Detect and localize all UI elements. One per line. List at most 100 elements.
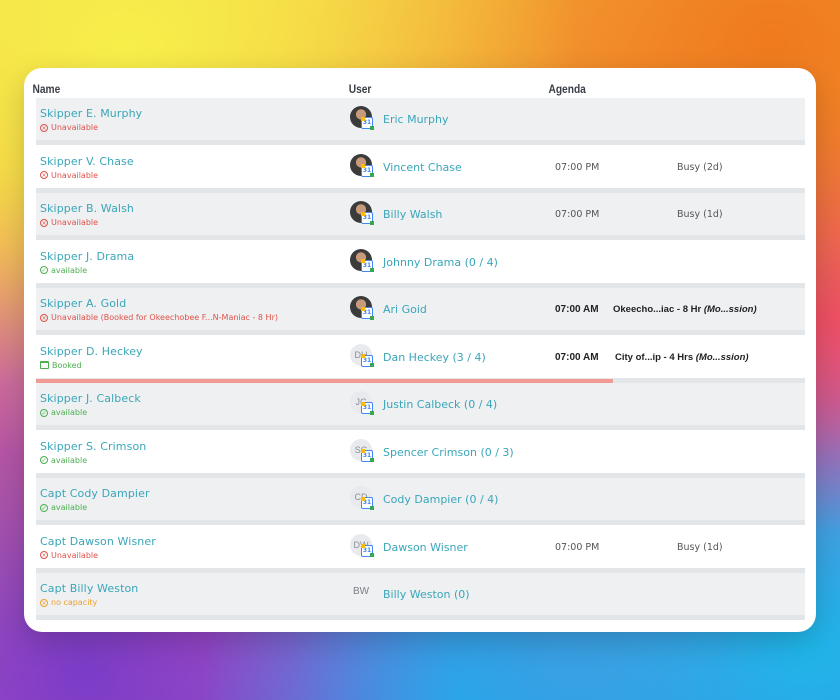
table-row[interactable]: Capt Cody Dampier✓availableCD31Cody Damp… <box>36 478 805 526</box>
x-circle-icon: × <box>40 218 48 227</box>
status-label: × Unavailable <box>40 551 98 560</box>
google-calendar-icon: 31 <box>360 116 374 130</box>
agenda-time: 07:00 PM <box>555 541 600 553</box>
agenda-time: 07:00 AM <box>555 351 599 363</box>
x-circle-icon: × <box>40 313 48 322</box>
schedule-card: Name User Agenda Skipper E. Murphy × Unava… <box>24 68 816 632</box>
column-header-user[interactable]: User <box>349 82 372 96</box>
crew-name-link[interactable]: Skipper E. Murphy <box>40 107 142 120</box>
status-text: Booked <box>52 360 82 370</box>
crew-name-link[interactable]: Capt Billy Weston <box>40 582 138 595</box>
agenda-event-title: Busy (1d) <box>677 541 723 553</box>
user-link[interactable]: Billy Weston (0) <box>383 588 470 601</box>
x-circle-icon: × <box>40 551 48 559</box>
agenda-time: 07:00 PM <box>555 209 600 220</box>
status-text: Unavailable <box>51 170 99 180</box>
google-calendar-icon: 31 <box>360 164 374 177</box>
user-link[interactable]: Billy Walsh <box>383 208 442 221</box>
table-body: Skipper E. Murphy × Unavailable 31 Eric Murp… <box>36 98 805 621</box>
google-calendar-icon: 31 <box>360 259 374 272</box>
avatar: BW <box>352 586 370 597</box>
table-row[interactable]: Skipper V. Chase × Unavailable 31 Vincent Ch… <box>36 145 805 194</box>
user-link[interactable]: Cody Dampier (0 / 4) <box>383 493 498 506</box>
crew-name-link[interactable]: Skipper D. Heckey <box>40 345 143 358</box>
crew-name-link[interactable]: Capt Dawson Wisner <box>40 535 156 548</box>
google-calendar-icon: 31 <box>360 496 374 510</box>
column-header-name[interactable]: Name <box>33 82 61 96</box>
column-header-agenda[interactable]: Agenda <box>548 82 585 96</box>
row-divider <box>36 520 805 525</box>
status-label: Booked <box>40 361 82 370</box>
agenda-event[interactable]: Busy (1d) <box>677 209 723 220</box>
check-circle-icon: ✓ <box>40 408 48 417</box>
user-link[interactable]: Justin Calbeck (0 / 4) <box>383 398 497 411</box>
table-row[interactable]: Skipper A. Gold × Unavailable (Booked for … <box>36 288 805 336</box>
agenda-event-title: Busy (1d) <box>677 209 723 220</box>
crew-name-link[interactable]: Capt Cody Dampier <box>40 487 150 500</box>
x-circle-icon: × <box>40 123 48 132</box>
table-row[interactable]: Skipper J. Calbeck✓availableJC31Justin C… <box>36 383 805 431</box>
user-link[interactable]: Dawson Wisner <box>383 541 468 554</box>
status-text: available <box>51 408 88 417</box>
x-circle-icon: × <box>40 598 48 607</box>
agenda-event-title: Okeecho...iac - 8 Hr <box>613 304 704 315</box>
table-row[interactable]: Capt Dawson Wisner×UnavailableDW31Dawson… <box>36 525 805 574</box>
table-row[interactable]: Skipper E. Murphy × Unavailable 31 Eric Murp… <box>36 98 805 146</box>
row-divider <box>36 567 805 573</box>
table-row[interactable]: Skipper S. Crimson✓availableSC31Spencer … <box>36 430 805 479</box>
row-divider <box>36 140 805 145</box>
status-label: × Unavailable (Booked for Okeechobee F...… <box>40 313 278 322</box>
agenda-event[interactable]: Okeecho...iac - 8 Hr (Mo...ssion) <box>613 304 757 315</box>
user-link[interactable]: Spencer Crimson (0 / 3) <box>383 446 514 459</box>
table-header: Name User Agenda <box>24 68 697 98</box>
check-circle-icon: ✓ <box>40 266 48 274</box>
status-label: × Unavailable <box>40 171 98 180</box>
crew-name-link[interactable]: Skipper S. Crimson <box>40 440 146 453</box>
google-calendar-icon: 31 <box>360 449 374 462</box>
crew-name-link[interactable]: Skipper J. Drama <box>40 250 134 263</box>
user-link[interactable]: Ari Goid <box>383 303 427 316</box>
row-divider <box>36 330 805 335</box>
agenda-event-detail: (Mo...ssion) <box>703 304 757 315</box>
agenda-time: 07:00 PM <box>555 161 600 173</box>
user-link[interactable]: Eric Murphy <box>383 113 449 126</box>
google-calendar-icon: 31 <box>360 401 374 415</box>
status-label: × Unavailable <box>40 218 98 227</box>
table-row[interactable]: Skipper B. Walsh × Unavailable 31 Billy Wals… <box>36 193 805 241</box>
user-link[interactable]: Dan Heckey (3 / 4) <box>383 351 486 364</box>
agenda-event[interactable]: City of...ip - 4 Hrs (Mo...ssion) <box>615 352 749 363</box>
google-calendar-icon: 31 <box>360 544 374 557</box>
row-divider <box>36 615 805 620</box>
row-divider <box>36 187 805 193</box>
user-link[interactable]: Johnny Drama (0 / 4) <box>383 256 498 269</box>
agenda-event-detail: (Mo...ssion) <box>695 351 749 363</box>
check-circle-icon: ✓ <box>40 503 48 512</box>
status-text: available <box>51 455 88 465</box>
agenda-time: 07:00 AM <box>555 304 599 315</box>
row-divider <box>36 425 805 430</box>
status-text: no capacity <box>51 598 98 607</box>
status-text: Unavailable <box>51 123 99 132</box>
status-label: × no capacity <box>40 598 97 607</box>
crew-name-link[interactable]: Skipper V. Chase <box>40 155 134 168</box>
crew-name-link[interactable]: Skipper J. Calbeck <box>40 392 141 405</box>
table-row[interactable]: Capt Billy Weston × no capacity BW Billy Wes… <box>36 573 805 621</box>
row-divider <box>36 235 805 240</box>
status-text: Unavailable <box>51 550 99 560</box>
agenda-event[interactable]: Busy (1d) <box>677 542 723 553</box>
booking-progress-bar <box>36 378 613 383</box>
table-row[interactable]: Skipper D. HeckeyBookedDH31Dan Heckey (3… <box>36 335 805 384</box>
row-divider <box>36 472 805 478</box>
crew-name-link[interactable]: Skipper B. Walsh <box>40 202 134 215</box>
user-link[interactable]: Vincent Chase <box>383 161 462 174</box>
crew-name-link[interactable]: Skipper A. Gold <box>40 297 126 310</box>
agenda-event-title: City of...ip - 4 Hrs <box>615 351 696 363</box>
table-row[interactable]: Skipper J. Drama ✓ available 31 Johnny Drama… <box>36 240 805 289</box>
x-circle-icon: × <box>40 171 48 179</box>
status-label: ✓ available <box>40 456 87 465</box>
agenda-event[interactable]: Busy (2d) <box>677 162 723 173</box>
status-text: Unavailable (Booked for Okeechobee F...N… <box>51 313 278 322</box>
status-label: ✓ available <box>40 408 87 417</box>
agenda-event-title: Busy (2d) <box>677 161 723 173</box>
status-label: ✓ available <box>40 503 87 512</box>
